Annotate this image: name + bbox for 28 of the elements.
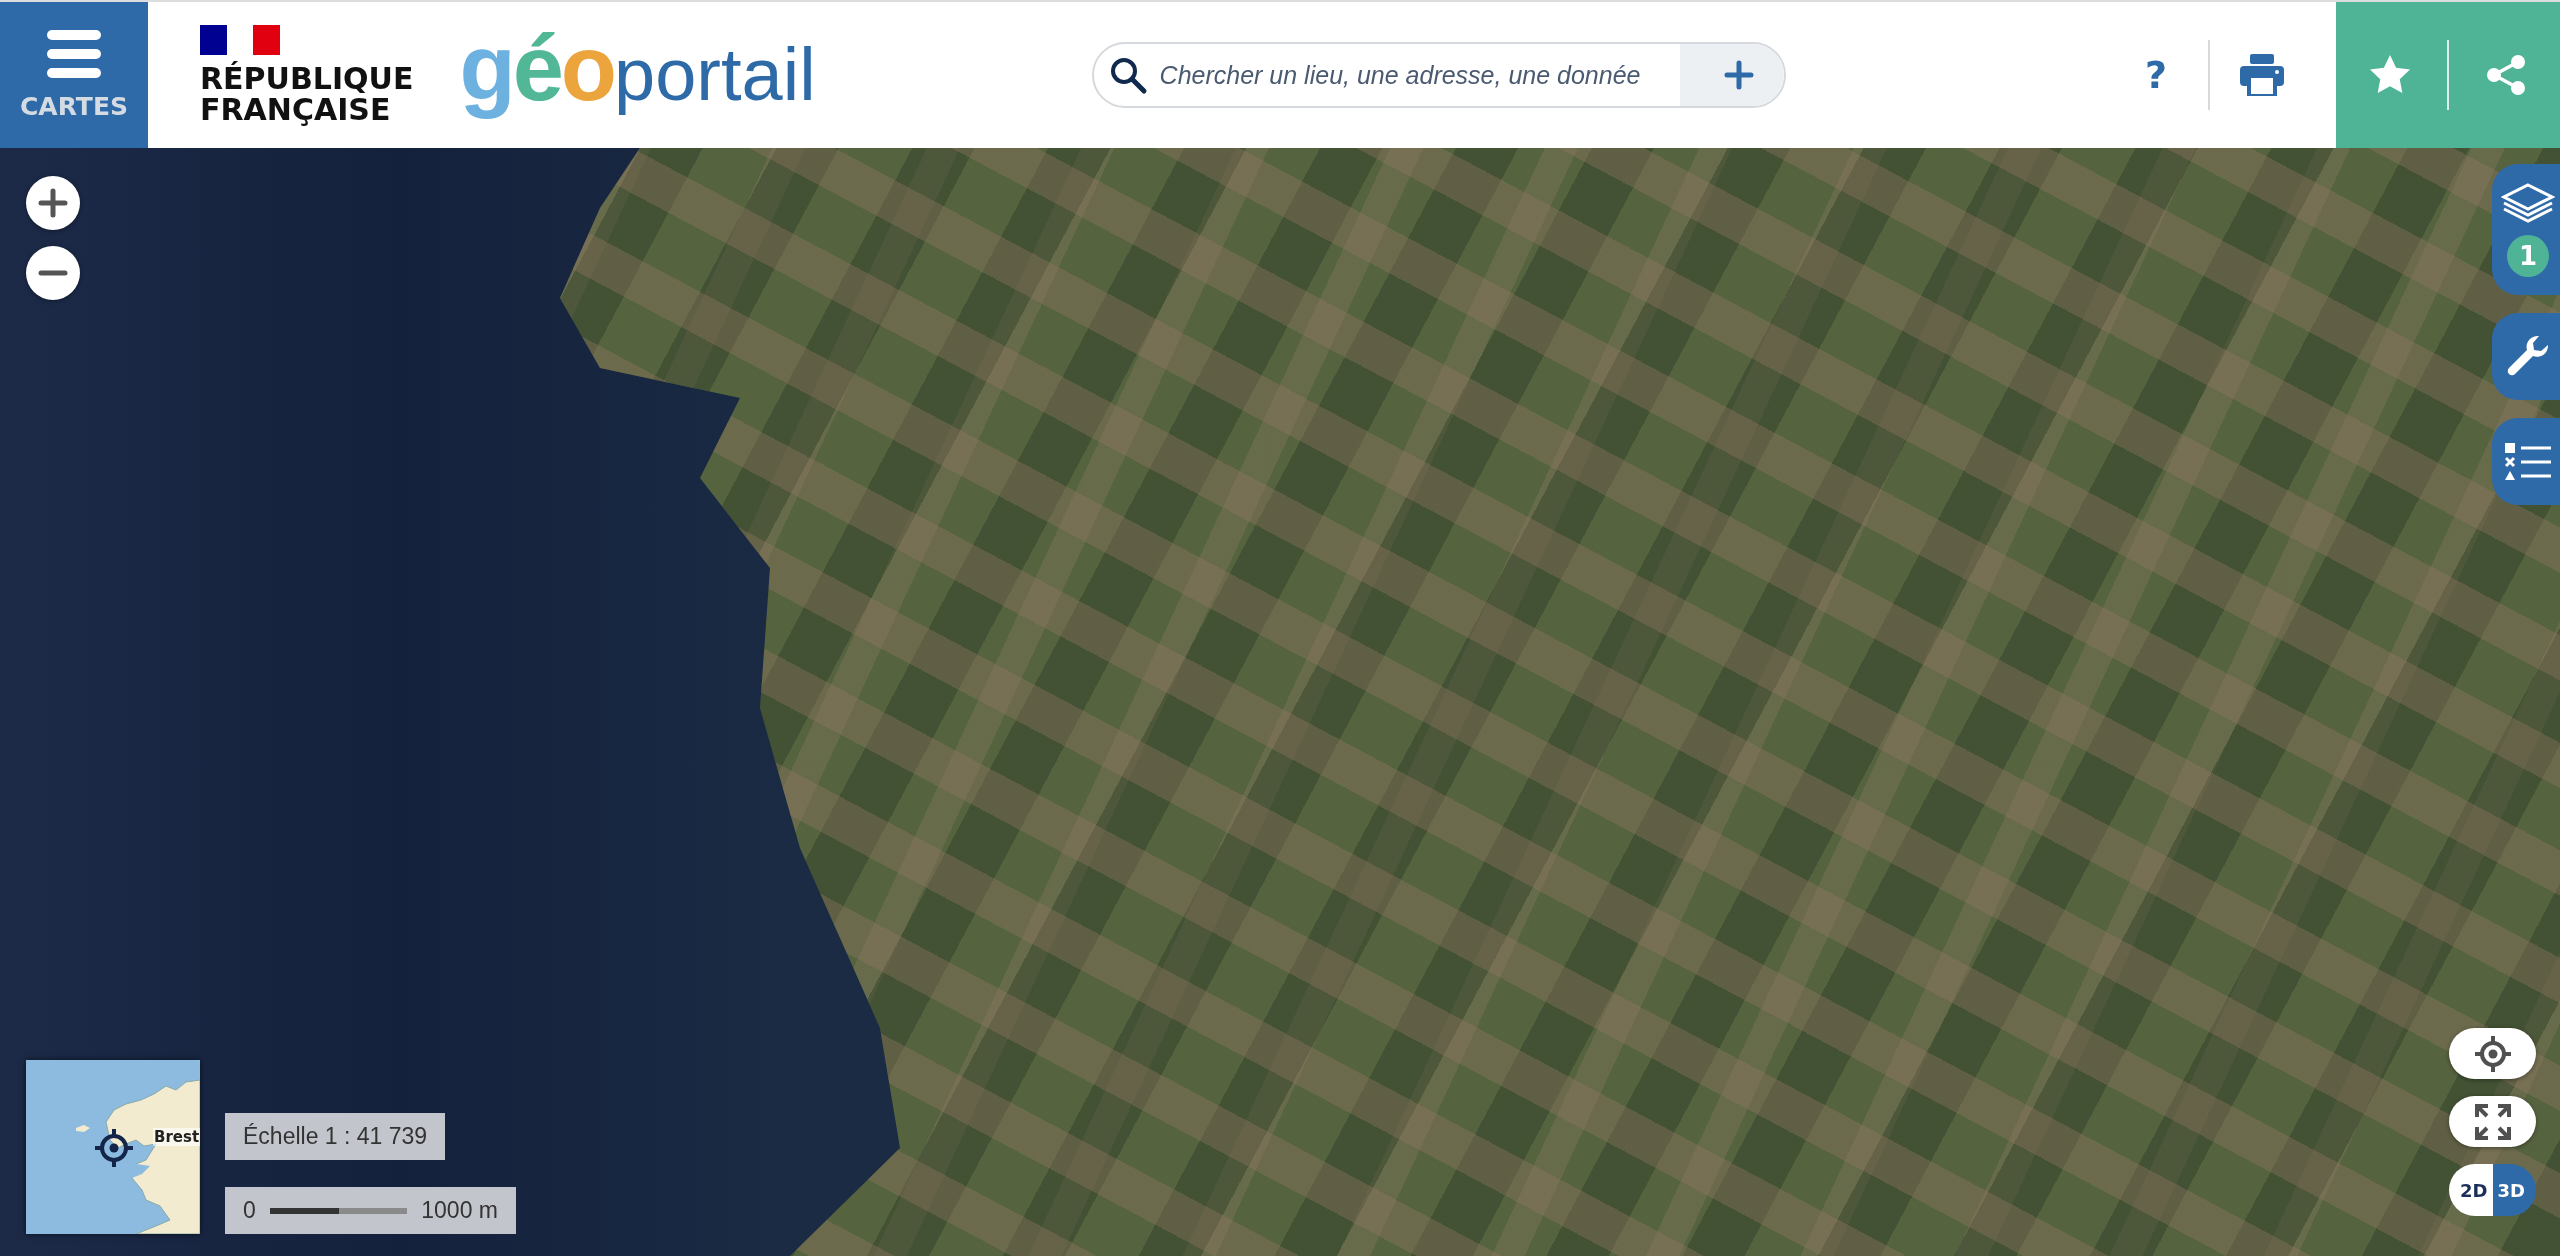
fullscreen-icon — [2473, 1102, 2512, 1141]
brand-name: RÉPUBLIQUE — [200, 62, 414, 94]
crosshair-icon — [2474, 1035, 2511, 1072]
tools-tab[interactable] — [2492, 313, 2560, 400]
city-label: Brest — [153, 1128, 200, 1146]
scale-start-label: 0 — [243, 1197, 256, 1224]
plus-icon — [37, 187, 69, 219]
legend-list-icon — [2505, 442, 2551, 481]
search-bar[interactable]: Chercher un lieu, une adresse, une donnée — [1091, 42, 1786, 108]
hamburger-icon — [47, 29, 101, 78]
star-icon — [2368, 55, 2411, 95]
minus-icon — [38, 270, 68, 276]
plus-icon — [1722, 59, 1755, 91]
brand-name: FRANÇAISE — [200, 94, 391, 126]
help-button[interactable]: ? — [2104, 40, 2208, 110]
overview-minimap[interactable]: Brest — [26, 1060, 200, 1234]
add-button[interactable] — [1679, 44, 1784, 106]
scale-end-label: 1000 m — [421, 1197, 498, 1224]
layers-icon — [2501, 182, 2555, 225]
legend-tab[interactable] — [2492, 418, 2560, 505]
scale-ratio-label: Échelle 1 : 41 739 — [225, 1113, 446, 1160]
position-target-icon — [95, 1129, 133, 1167]
layer-count-badge: 1 — [2507, 234, 2549, 277]
satellite-map-placeholder[interactable] — [0, 148, 2560, 1256]
geoportail-logo[interactable]: géoportail — [453, 8, 822, 128]
printer-icon — [2240, 54, 2284, 96]
menu-button[interactable]: CARTES — [0, 2, 148, 148]
share-icon — [2485, 54, 2528, 96]
